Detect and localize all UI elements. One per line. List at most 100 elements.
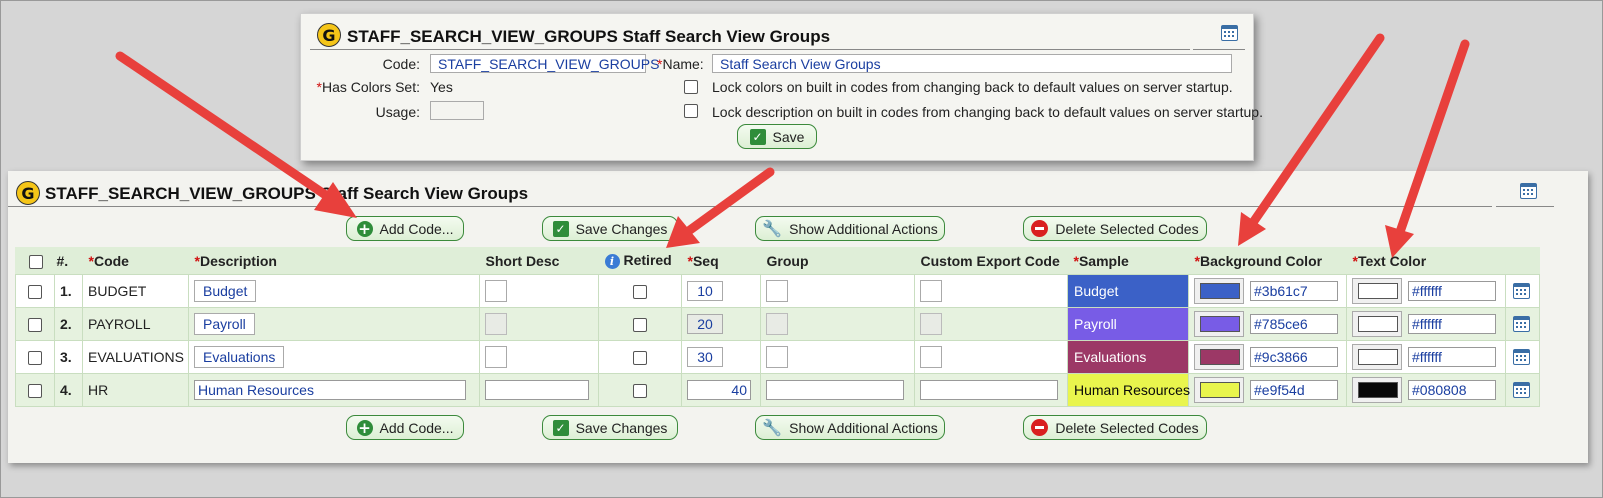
row-checkbox[interactable] <box>28 384 42 399</box>
row-code: PAYROLL <box>82 307 189 341</box>
code-type-editor-popup: G STAFF_SEARCH_VIEW_GROUPS Staff Search … <box>300 13 1263 161</box>
group-field[interactable] <box>766 380 904 400</box>
calendar-icon[interactable] <box>1513 349 1530 365</box>
save-changes-button-bottom[interactable]: ✓ Save Changes <box>542 415 678 440</box>
short-desc-field <box>485 313 507 335</box>
custom-export-field[interactable] <box>920 280 942 302</box>
name-field[interactable]: Staff Search View Groups <box>712 54 1232 73</box>
col-custom-export[interactable]: Custom Export Code <box>915 247 1068 275</box>
show-additional-actions-button[interactable]: 🔧 Show Additional Actions <box>755 216 945 241</box>
col-seq[interactable]: *Seq <box>682 247 761 275</box>
g-logo-icon: G <box>317 23 341 47</box>
text-color-picker[interactable] <box>1352 377 1402 403</box>
text-color-field[interactable]: #ffffff <box>1408 347 1496 367</box>
plus-icon: + <box>356 418 373 437</box>
short-desc-field[interactable] <box>485 280 507 302</box>
show-additional-actions-button-bottom[interactable]: 🔧 Show Additional Actions <box>755 415 945 440</box>
col-num: #. <box>56 252 69 269</box>
background-color-field[interactable]: #e9f54d <box>1250 380 1338 400</box>
seq-field[interactable]: 40 <box>687 380 751 400</box>
delete-selected-codes-button[interactable]: Delete Selected Codes <box>1023 216 1207 241</box>
description-field[interactable]: Budget <box>194 280 257 302</box>
col-retired[interactable]: i Retired <box>599 247 682 275</box>
col-background-color[interactable]: *Background Color <box>1189 247 1347 275</box>
calendar-icon[interactable] <box>1513 316 1530 332</box>
save-changes-label: Save Changes <box>575 220 668 237</box>
background-color-field[interactable]: #9c3866 <box>1250 347 1338 367</box>
background-color-picker[interactable] <box>1194 344 1244 370</box>
calendar-icon[interactable] <box>1513 382 1530 398</box>
usage-field[interactable] <box>430 101 484 120</box>
col-code[interactable]: *Code <box>83 247 189 275</box>
description-field[interactable]: Evaluations <box>194 346 285 368</box>
sample-cell: Evaluations <box>1067 340 1189 374</box>
background-color-picker[interactable] <box>1194 377 1244 403</box>
checkmark-icon: ✓ <box>552 419 569 436</box>
group-field[interactable] <box>766 280 788 302</box>
lock-description-checkbox[interactable] <box>684 104 698 118</box>
add-code-button-bottom[interactable]: + Add Code... <box>346 415 464 440</box>
sample-cell: Budget <box>1067 274 1189 308</box>
code-field[interactable]: STAFF_SEARCH_VIEW_GROUPS <box>430 54 659 73</box>
table-row: 1. BUDGET Budget 10 Budget #3b61c7 #ffff… <box>15 274 1540 308</box>
row-checkbox[interactable] <box>28 351 42 366</box>
seq-field[interactable]: 10 <box>687 281 723 301</box>
calendar-icon[interactable] <box>1520 183 1537 199</box>
text-color-field[interactable]: #ffffff <box>1408 314 1496 334</box>
g-logo-icon: G <box>16 181 40 205</box>
info-icon[interactable]: i <box>604 253 620 269</box>
name-label: *Name: <box>657 56 704 72</box>
text-color-field[interactable]: #ffffff <box>1408 281 1496 301</box>
delete-selected-codes-button-bottom[interactable]: Delete Selected Codes <box>1023 415 1207 440</box>
col-group[interactable]: Group <box>761 247 915 275</box>
add-code-button[interactable]: + Add Code... <box>346 216 464 241</box>
sample-cell: Payroll <box>1067 307 1189 341</box>
background-color-picker[interactable] <box>1194 278 1244 304</box>
calendar-icon[interactable] <box>1513 283 1530 299</box>
row-checkbox[interactable] <box>28 318 42 333</box>
header-divider-right <box>1496 206 1554 207</box>
short-desc-field[interactable] <box>485 346 507 368</box>
col-short-desc[interactable]: Short Desc <box>480 247 599 275</box>
text-color-picker[interactable] <box>1352 311 1402 337</box>
select-all-checkbox[interactable] <box>28 254 43 269</box>
short-desc-field[interactable] <box>485 380 589 400</box>
retired-checkbox[interactable] <box>633 285 647 300</box>
save-changes-button[interactable]: ✓ Save Changes <box>542 216 678 241</box>
row-checkbox[interactable] <box>28 285 42 300</box>
col-text-color[interactable]: *Text Color <box>1347 247 1506 275</box>
lock-colors-checkbox[interactable] <box>684 80 698 94</box>
row-code: EVALUATIONS <box>82 340 189 374</box>
background-color-field[interactable]: #785ce6 <box>1250 314 1338 334</box>
popup-title: STAFF_SEARCH_VIEW_GROUPS Staff Search Vi… <box>347 27 831 46</box>
background-color-field[interactable]: #3b61c7 <box>1250 281 1338 301</box>
seq-field[interactable]: 20 <box>687 314 723 334</box>
row-number: 2. <box>54 307 83 341</box>
group-field[interactable] <box>766 346 788 368</box>
description-field[interactable]: Human Resources <box>194 380 466 400</box>
seq-field[interactable]: 30 <box>687 347 723 367</box>
delete-icon <box>1031 220 1049 237</box>
background-color-picker[interactable] <box>1194 311 1244 337</box>
retired-checkbox[interactable] <box>633 384 647 399</box>
col-description[interactable]: *Description <box>189 247 480 275</box>
row-number: 1. <box>54 274 83 308</box>
custom-export-field[interactable] <box>920 380 1058 400</box>
sample-cell: Human Resources <box>1067 373 1190 407</box>
text-color-picker[interactable] <box>1352 278 1402 304</box>
text-color-picker[interactable] <box>1352 344 1402 370</box>
save-button[interactable]: ✓ Save <box>737 124 817 149</box>
retired-checkbox[interactable] <box>633 318 647 333</box>
calendar-icon[interactable] <box>1221 25 1238 41</box>
checkmark-icon: ✓ <box>552 220 569 237</box>
retired-checkbox[interactable] <box>633 351 647 366</box>
description-field[interactable]: Payroll <box>194 313 255 335</box>
col-sample[interactable]: *Sample <box>1068 247 1189 275</box>
text-color-field[interactable]: #080808 <box>1408 380 1496 400</box>
usage-label: Usage: <box>375 104 420 120</box>
plus-icon: + <box>356 219 373 238</box>
custom-export-field[interactable] <box>920 346 942 368</box>
code-label: Code: <box>382 56 420 72</box>
wrench-icon: 🔧 <box>762 417 783 437</box>
row-code: BUDGET <box>82 274 189 308</box>
